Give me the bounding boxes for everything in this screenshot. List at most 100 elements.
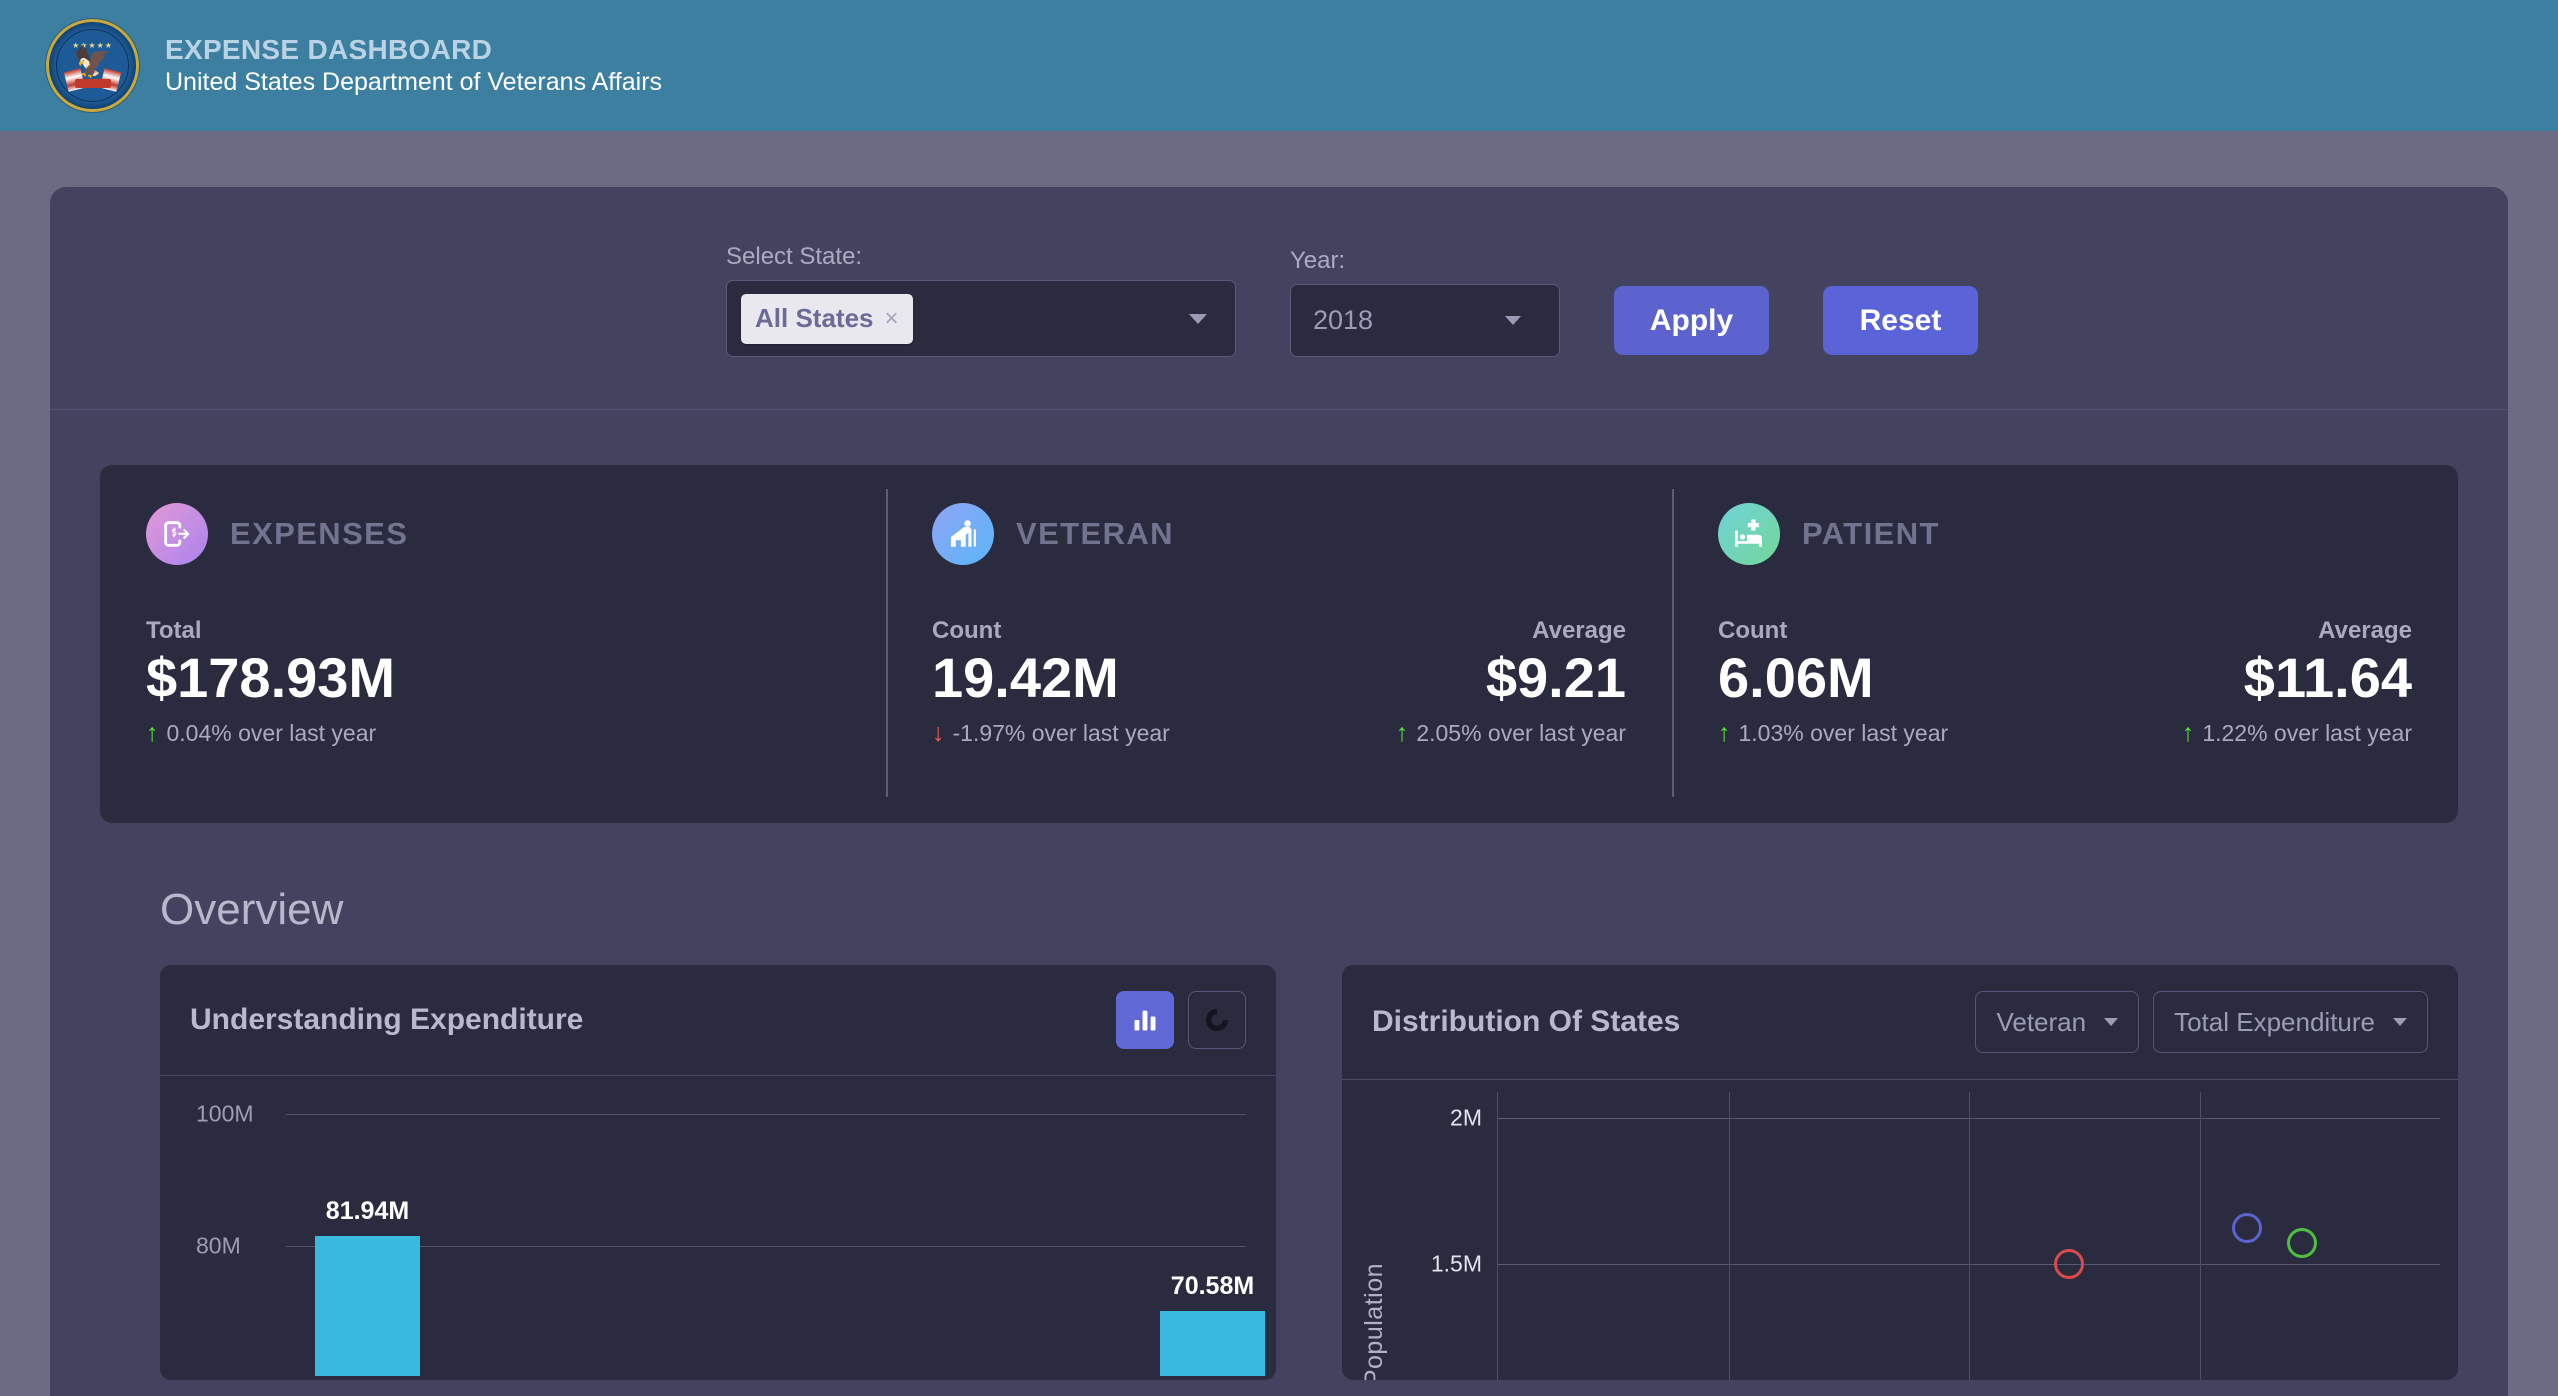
kpi-delta: ↑ 1.03% over last year <box>1718 720 2065 747</box>
gridline-vertical <box>1729 1092 1730 1380</box>
content-card: Select State: All States × Year: 2018 Ap… <box>50 187 2508 1396</box>
gridline-vertical <box>2200 1092 2201 1380</box>
arrow-down-icon: ↓ <box>932 721 945 746</box>
bar-value-label: 70.58M <box>1171 1272 1254 1301</box>
arrow-up-icon: ↑ <box>2182 721 2195 746</box>
panel-title: Understanding Expenditure <box>190 1003 583 1037</box>
donut-chart-icon[interactable] <box>1188 991 1246 1049</box>
bar-ytick-label: 80M <box>196 1233 241 1260</box>
kpi-metric-label: Average <box>2318 617 2412 645</box>
page-body: Select State: All States × Year: 2018 Ap… <box>0 131 2558 1396</box>
kpi-metric-total: Total $178.93M ↑ 0.04% over last year <box>146 617 840 747</box>
scatter-point[interactable] <box>2232 1213 2262 1243</box>
apply-button[interactable]: Apply <box>1614 286 1769 355</box>
arrow-up-icon: ↑ <box>146 721 159 746</box>
kpi-metric-value: $9.21 <box>1486 647 1626 710</box>
kpi-metric-value: 19.42M <box>932 647 1279 710</box>
panel-understanding-expenditure: Understanding Expenditure <box>160 965 1276 1380</box>
kpi-head-expenses: EXPENSES <box>146 503 840 565</box>
arrow-up-icon: ↑ <box>1718 721 1731 746</box>
kpi-delta-text: 1.22% over last year <box>2202 720 2412 747</box>
kpi-metrics-patient: Count 6.06M ↑ 1.03% over last year Avera… <box>1718 617 2412 747</box>
kpi-metric-value: $178.93M <box>146 647 840 710</box>
kpi-metric-value: 6.06M <box>1718 647 2065 710</box>
kpi-delta: ↑ 2.05% over last year <box>1396 720 1626 747</box>
state-chip-label: All States <box>755 303 874 334</box>
kpi-title-patient: PATIENT <box>1802 516 1940 552</box>
reset-button[interactable]: Reset <box>1823 286 1978 355</box>
year-select[interactable]: 2018 <box>1290 284 1560 357</box>
money-out-icon <box>146 503 208 565</box>
overview-section-title: Overview <box>160 885 2508 935</box>
bar-value-label: 81.94M <box>326 1197 409 1226</box>
year-filter-group: Year: 2018 <box>1290 247 1560 357</box>
kpi-head-veteran: VETERAN <box>932 503 1626 565</box>
seal-eagle-icon: 🦅 <box>74 48 111 78</box>
hospital-bed-icon <box>1718 503 1780 565</box>
chevron-down-icon[interactable] <box>2104 1018 2118 1026</box>
bar-chart-icon[interactable] <box>1116 991 1174 1049</box>
panel-title: Distribution Of States <box>1372 1005 1680 1039</box>
page-subtitle: United States Department of Veterans Aff… <box>165 68 662 97</box>
kpi-title-veteran: VETERAN <box>1016 516 1174 552</box>
bar-chart: 100M 80M 81.94M 70.58M <box>160 1076 1276 1376</box>
elderly-person-icon <box>932 503 994 565</box>
gridline-100m <box>286 1114 1246 1115</box>
kpi-metrics-veteran: Count 19.42M ↓ -1.97% over last year Ave… <box>932 617 1626 747</box>
kpi-metric-label: Count <box>932 617 1279 645</box>
kpi-title-expenses: EXPENSES <box>230 516 408 552</box>
measure-select-value: Total Expenditure <box>2174 1007 2375 1038</box>
year-select-value: 2018 <box>1313 305 1373 336</box>
panel-header: Distribution Of States Veteran Total Exp… <box>1342 965 2458 1080</box>
header-titles: EXPENSE DASHBOARD United States Departme… <box>165 34 662 97</box>
kpi-delta: ↑ 1.22% over last year <box>2182 720 2412 747</box>
kpi-metric-label: Average <box>1532 617 1626 645</box>
gridline-vertical <box>1969 1092 1970 1380</box>
year-filter-label: Year: <box>1290 247 1560 275</box>
gridline-vertical <box>1497 1092 1498 1380</box>
chevron-down-icon[interactable] <box>1189 314 1207 324</box>
kpi-metrics-expenses: Total $178.93M ↑ 0.04% over last year <box>146 617 840 747</box>
bar-ytick-label: 100M <box>196 1101 254 1128</box>
scatter-point[interactable] <box>2054 1249 2084 1279</box>
kpi-section-expenses: EXPENSES Total $178.93M ↑ 0.04% over las… <box>100 503 886 779</box>
gridline-80m <box>286 1246 1246 1247</box>
kpi-metric-count: Count 6.06M ↑ 1.03% over last year <box>1718 617 2065 747</box>
kpi-delta: ↑ 0.04% over last year <box>146 720 840 747</box>
kpi-summary-card: EXPENSES Total $178.93M ↑ 0.04% over las… <box>100 465 2458 823</box>
state-chip-all-states[interactable]: All States × <box>741 294 913 344</box>
panel-header: Understanding Expenditure <box>160 965 1276 1076</box>
close-icon[interactable]: × <box>885 305 899 333</box>
kpi-delta-text: 1.03% over last year <box>1739 720 1949 747</box>
page-title: EXPENSE DASHBOARD <box>165 34 662 66</box>
metric-select[interactable]: Veteran <box>1975 991 2139 1053</box>
measure-select[interactable]: Total Expenditure <box>2153 991 2428 1053</box>
kpi-metric-label: Total <box>146 617 840 645</box>
arrow-up-icon: ↑ <box>1396 721 1409 746</box>
bar-rect[interactable] <box>315 1236 420 1376</box>
bar-rect[interactable] <box>1160 1311 1265 1376</box>
state-filter-label: Select State: <box>726 243 1236 271</box>
panel-tools: Veteran Total Expenditure <box>1975 991 2428 1053</box>
filter-bar: Select State: All States × Year: 2018 Ap… <box>50 187 2508 410</box>
chevron-down-icon[interactable] <box>2393 1018 2407 1026</box>
state-select[interactable]: All States × <box>726 280 1236 357</box>
kpi-delta: ↓ -1.97% over last year <box>932 720 1279 747</box>
kpi-delta-text: 0.04% over last year <box>167 720 377 747</box>
charts-row: Understanding Expenditure <box>50 935 2508 1380</box>
seal-ring: ★★★★★ 🦅 <box>56 29 129 102</box>
state-filter-group: Select State: All States × <box>726 243 1236 357</box>
kpi-section-patient: PATIENT Count 6.06M ↑ 1.03% over last ye… <box>1672 503 2458 779</box>
kpi-section-veteran: VETERAN Count 19.42M ↓ -1.97% over last … <box>886 503 1672 779</box>
kpi-delta-text: -1.97% over last year <box>953 720 1170 747</box>
panel-tools <box>1116 991 1246 1049</box>
va-seal-logo: ★★★★★ 🦅 <box>46 19 139 112</box>
kpi-metric-average: Average $9.21 ↑ 2.05% over last year <box>1279 617 1626 747</box>
scatter-ytick-label: 2M <box>1450 1105 1482 1132</box>
bar-item[interactable]: 81.94M <box>315 1236 420 1376</box>
scatter-y-axis-label: Population <box>1360 1263 1389 1380</box>
chevron-down-icon[interactable] <box>1505 316 1521 325</box>
kpi-metric-value: $11.64 <box>2244 647 2412 710</box>
scatter-point[interactable] <box>2287 1228 2317 1258</box>
bar-item[interactable]: 70.58M <box>1160 1311 1265 1376</box>
